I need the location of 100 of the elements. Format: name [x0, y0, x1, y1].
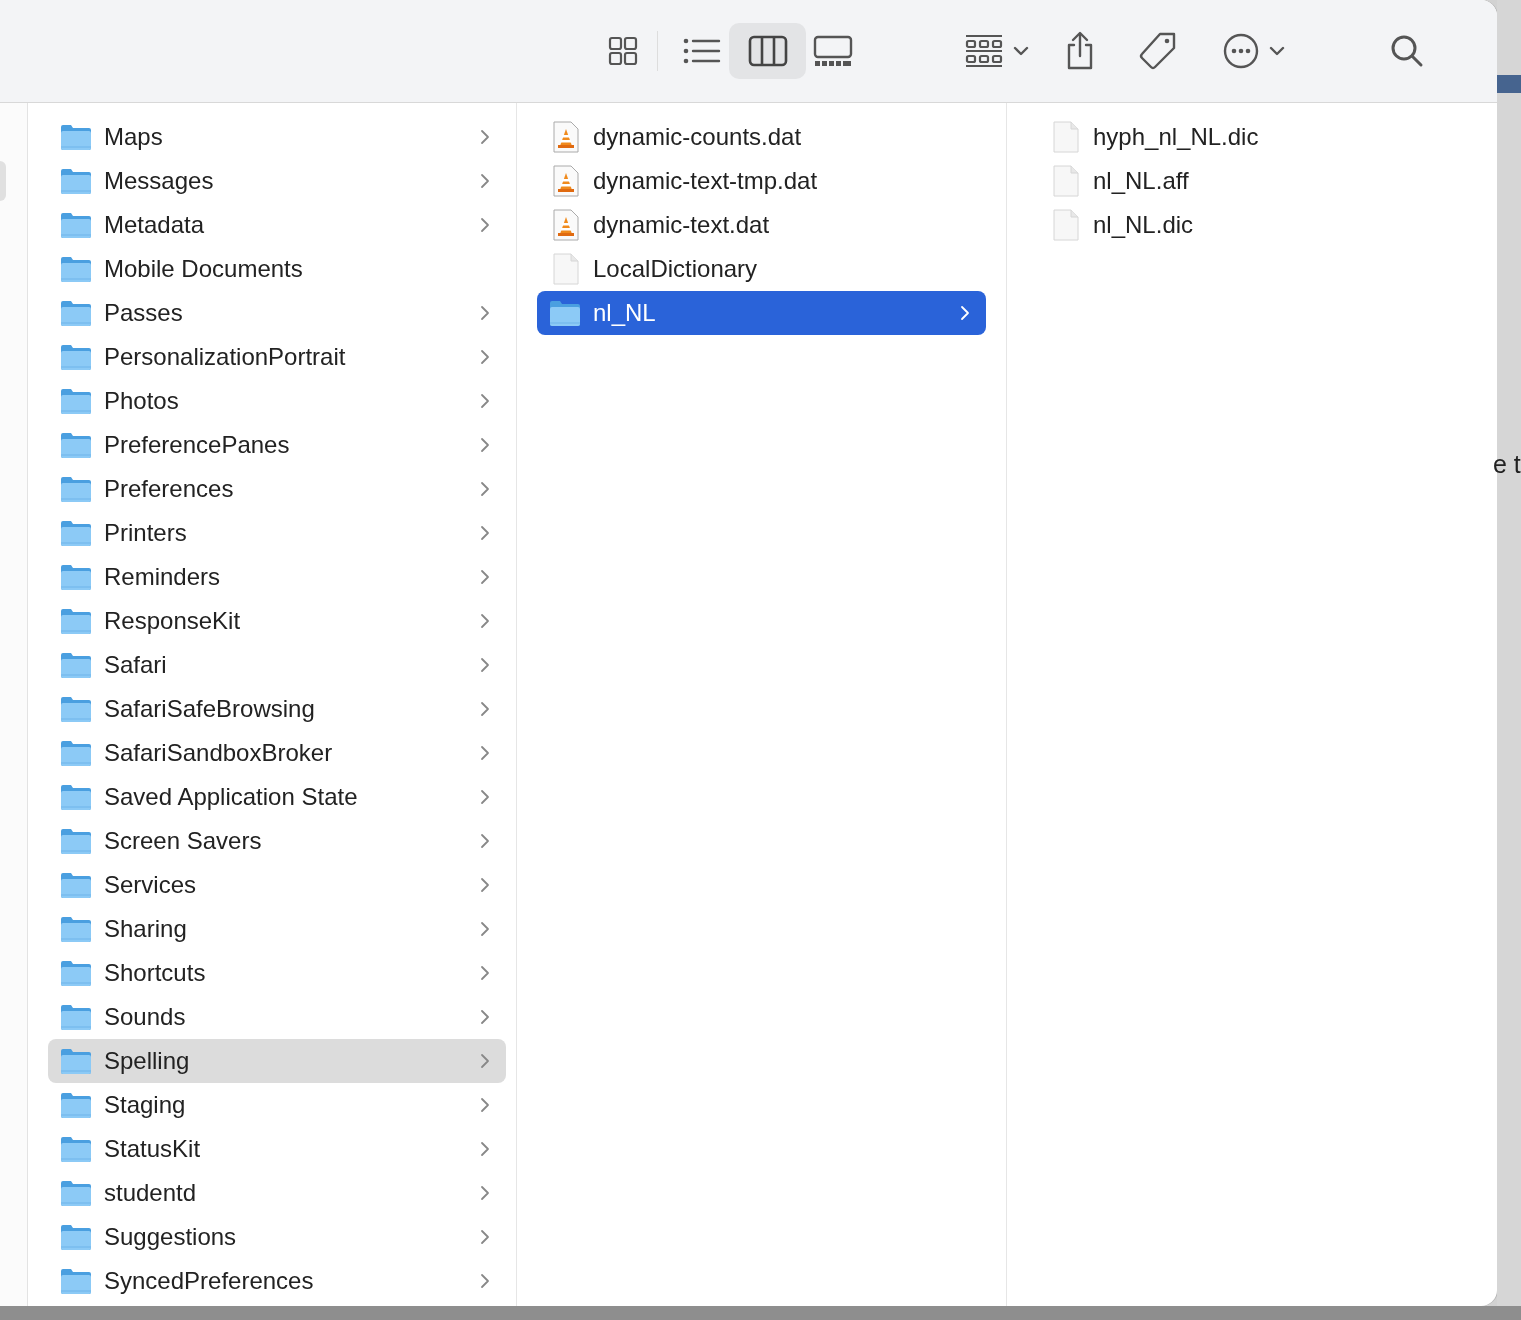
file-row[interactable]: nl_NL — [537, 291, 986, 335]
file-row[interactable]: Messages — [48, 159, 506, 203]
folder-icon — [60, 299, 92, 327]
chevron-right-icon — [480, 173, 490, 189]
group-icon — [965, 34, 1003, 68]
file-row[interactable]: Services — [48, 863, 506, 907]
folder-icon — [60, 1179, 92, 1207]
folder-icon — [60, 739, 92, 767]
folder-icon — [60, 783, 92, 811]
chevron-right-icon — [480, 305, 490, 321]
chevron-right-icon — [960, 305, 970, 321]
chevron-right-icon — [480, 1273, 490, 1289]
folder-icon — [60, 959, 92, 987]
chevron-right-icon — [480, 921, 490, 937]
chevron-right-icon — [480, 481, 490, 497]
file-row[interactable]: Suggestions — [48, 1215, 506, 1259]
folder-icon — [60, 1003, 92, 1031]
folder-icon — [60, 827, 92, 855]
folder-icon — [60, 1091, 92, 1119]
more-icon — [1223, 33, 1259, 69]
folder-icon — [60, 123, 92, 151]
folder-icon — [60, 431, 92, 459]
file-row[interactable]: Saved Application State — [48, 775, 506, 819]
folder-icon — [60, 1135, 92, 1163]
folder-icon — [60, 695, 92, 723]
folder-icon — [60, 915, 92, 943]
chevron-right-icon — [480, 217, 490, 233]
chevron-down-icon — [1269, 46, 1285, 56]
chevron-down-icon — [1013, 46, 1029, 56]
file-row[interactable]: PersonalizationPortrait — [48, 335, 506, 379]
chevron-right-icon — [480, 349, 490, 365]
file-row[interactable]: Shortcuts — [48, 951, 506, 995]
search-icon — [1390, 34, 1424, 68]
folder-icon — [60, 1047, 92, 1075]
folder-icon — [60, 343, 92, 371]
file-row[interactable]: Reminders — [48, 555, 506, 599]
file-row[interactable]: Passes — [48, 291, 506, 335]
chevron-right-icon — [480, 1229, 490, 1245]
cone-file-icon — [553, 165, 579, 197]
folder-icon — [60, 651, 92, 679]
file-row[interactable]: dynamic-text-tmp.dat — [537, 159, 986, 203]
file-row[interactable]: SafariSandboxBroker — [48, 731, 506, 775]
folder-icon — [60, 871, 92, 899]
file-row[interactable]: Sharing — [48, 907, 506, 951]
folder-icon — [60, 519, 92, 547]
document-icon — [553, 253, 579, 285]
file-row[interactable]: Metadata — [48, 203, 506, 247]
file-row[interactable]: Screen Savers — [48, 819, 506, 863]
file-row[interactable]: studentd — [48, 1171, 506, 1215]
folder-icon — [60, 475, 92, 503]
chevron-right-icon — [480, 1141, 490, 1157]
chevron-right-icon — [480, 437, 490, 453]
folder-icon — [60, 607, 92, 635]
list-icon — [683, 37, 721, 65]
chevron-right-icon — [480, 1009, 490, 1025]
chevron-right-icon — [480, 701, 490, 717]
view-button[interactable] — [729, 23, 806, 79]
chevron-right-icon — [480, 965, 490, 981]
folder-icon — [60, 387, 92, 415]
window-title-bar — [1497, 75, 1521, 93]
file-row[interactable]: Photos — [48, 379, 506, 423]
chevron-right-icon — [480, 833, 490, 849]
cone-file-icon — [553, 209, 579, 241]
file-row[interactable]: Mobile Documents — [48, 247, 506, 291]
chevron-right-icon — [480, 129, 490, 145]
file-row[interactable]: dynamic-counts.dat — [537, 115, 986, 159]
file-row[interactable]: Printers — [48, 511, 506, 555]
document-icon — [1053, 165, 1079, 197]
file-row[interactable]: Safari — [48, 643, 506, 687]
folder-icon — [60, 1267, 92, 1295]
chevron-right-icon — [480, 789, 490, 805]
document-icon — [1053, 209, 1079, 241]
file-row[interactable]: ResponseKit — [48, 599, 506, 643]
folder-icon — [60, 1223, 92, 1251]
folder-icon — [60, 167, 92, 195]
folder-icon — [60, 211, 92, 239]
file-row[interactable]: StatusKit — [48, 1127, 506, 1171]
file-row[interactable]: LocalDictionary — [537, 247, 986, 291]
chevron-right-icon — [480, 745, 490, 761]
chevron-right-icon — [480, 569, 490, 585]
folder-icon — [60, 563, 92, 591]
chevron-right-icon — [480, 657, 490, 673]
background-text: e t — [1493, 450, 1521, 479]
file-row[interactable]: Sounds — [48, 995, 506, 1039]
file-row[interactable]: SyncedPreferences — [48, 1259, 506, 1303]
file-row[interactable]: Preferences — [48, 467, 506, 511]
file-row[interactable]: Staging — [48, 1083, 506, 1127]
file-row[interactable]: nl_NL.aff — [1037, 159, 1487, 203]
columns-icon — [747, 35, 788, 67]
file-row[interactable]: nl_NL.dic — [1037, 203, 1487, 247]
folder-icon — [549, 299, 581, 327]
chevron-right-icon — [480, 1097, 490, 1113]
file-row[interactable]: dynamic-text.dat — [537, 203, 986, 247]
chevron-right-icon — [480, 613, 490, 629]
cone-file-icon — [553, 121, 579, 153]
file-row[interactable]: Maps — [48, 115, 506, 159]
gallery-icon — [813, 35, 853, 67]
file-row[interactable]: hyph_nl_NL.dic — [1037, 115, 1487, 159]
file-row[interactable]: SafariSafeBrowsing — [48, 687, 506, 731]
file-row[interactable]: PreferencePanes — [48, 423, 506, 467]
